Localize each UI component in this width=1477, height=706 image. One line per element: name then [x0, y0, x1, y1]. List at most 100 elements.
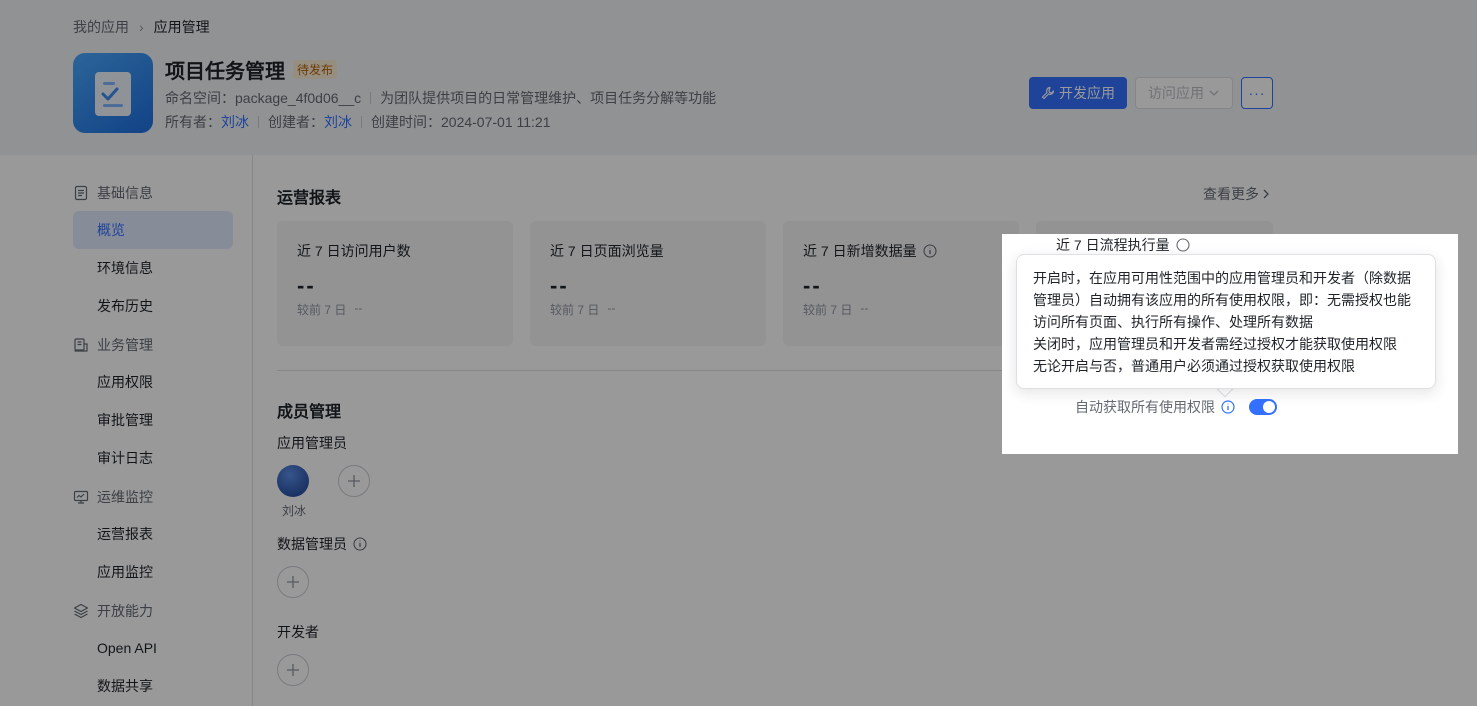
stat-card-visitors: 近 7 日访问用户数 -- 较前 7 日 -- — [277, 221, 513, 346]
stat-card-new-data: 近 7 日新增数据量 -- 较前 7 日 -- — [783, 221, 1019, 346]
sidebar-item-data-share[interactable]: 数据共享 — [73, 667, 233, 705]
stat-label: 近 7 日新增数据量 — [803, 243, 917, 259]
plus-icon — [287, 664, 299, 676]
auto-permission-row: 自动获取所有使用权限 — [1075, 397, 1277, 417]
visit-app-label: 访问应用 — [1148, 85, 1204, 101]
divider — [370, 92, 372, 104]
stat-label-row: 近 7 日新增数据量 — [803, 241, 999, 261]
app-title-row: 项目任务管理 待发布 — [165, 55, 338, 84]
stat-compare-value: -- — [860, 301, 869, 315]
stat-card-process-label: 近 7 日流程执行量 — [1056, 236, 1190, 254]
stat-compare: 较前 7 日 -- — [803, 301, 999, 318]
owner-label: 所有者： — [165, 114, 221, 130]
stat-value: -- — [297, 273, 316, 298]
app-owner-row: 所有者： 刘冰 创建者： 刘冰 创建时间： 2024-07-01 11:21 — [165, 112, 551, 132]
sidebar-group-label: 业务管理 — [97, 337, 153, 353]
created-label: 创建时间： — [371, 114, 441, 130]
admin-name: 刘冰 — [282, 504, 307, 518]
report-section-title: 运营报表 — [277, 190, 342, 207]
info-icon[interactable] — [353, 537, 367, 551]
sidebar-group-label: 基础信息 — [97, 185, 153, 201]
plus-icon — [348, 475, 360, 487]
app-logo — [73, 53, 153, 133]
developers-label: 开发者 — [277, 624, 319, 640]
creator-link[interactable]: 刘冰 — [324, 112, 352, 132]
stat-value: -- — [803, 273, 822, 298]
members-section-title: 成员管理 — [277, 404, 342, 421]
created-value: 2024-07-01 11:21 — [441, 114, 551, 130]
stat-compare-value: -- — [607, 301, 616, 315]
sidebar-item-app-permissions[interactable]: 应用权限 — [73, 363, 233, 401]
add-admin-button[interactable] — [338, 465, 370, 497]
auto-permission-label: 自动获取所有使用权限 — [1075, 399, 1215, 415]
creator-label: 创建者： — [268, 114, 324, 130]
sidebar-item-approval[interactable]: 审批管理 — [73, 401, 233, 439]
clipboard-icon — [95, 72, 131, 116]
sidebar-group-open: 开放能力 — [73, 601, 153, 621]
sidebar-item-environment[interactable]: 环境信息 — [73, 249, 233, 287]
develop-app-label: 开发应用 — [1059, 85, 1115, 101]
info-icon — [1176, 238, 1190, 252]
stat-card-pageviews: 近 7 日页面浏览量 -- 较前 7 日 -- — [530, 221, 766, 346]
sidebar-item-app-monitor[interactable]: 应用监控 — [73, 553, 233, 591]
chevron-right-icon — [1263, 189, 1269, 199]
layers-icon — [73, 603, 89, 619]
develop-app-button[interactable]: 开发应用 — [1029, 77, 1127, 109]
breadcrumb-app-management: 应用管理 — [153, 19, 210, 35]
see-more-link[interactable]: 查看更多 — [1203, 184, 1271, 204]
tooltip-line: 管理员）自动拥有该应用的所有使用权限，即：无需授权也能 — [1033, 292, 1411, 308]
add-developer-button[interactable] — [277, 654, 309, 686]
tooltip-line: 开启时，在应用可用性范围中的应用管理员和开发者（除数据 — [1033, 270, 1411, 286]
app-description: 为团队提供项目的日常管理维护、项目任务分解等功能 — [380, 90, 717, 106]
sidebar-item-release-history[interactable]: 发布历史 — [73, 287, 233, 325]
data-admins-label: 数据管理员 — [277, 536, 347, 552]
namespace-value: package_4f0d06__c — [235, 90, 362, 106]
sidebar-group-ops: 运维监控 — [73, 487, 153, 507]
admins-label: 应用管理员 — [277, 435, 347, 451]
app-header: 我的应用 › 应用管理 项目任务管理 待发布 命名空间： package_4f0… — [0, 0, 1477, 155]
status-badge: 待发布 — [293, 60, 338, 79]
tooltip-line: 无论开启与否，普通用户必须通过授权获取使用权限 — [1033, 358, 1355, 374]
sidebar-group-label: 开放能力 — [97, 603, 153, 619]
more-button[interactable]: ··· — [1241, 77, 1273, 109]
info-icon[interactable] — [923, 244, 937, 258]
avatar[interactable] — [277, 465, 309, 497]
wrench-icon — [1041, 86, 1055, 100]
tooltip-line: 关闭时，应用管理员和开发者需经过授权才能获取使用权限 — [1033, 336, 1397, 352]
sidebar-group-label: 运维监控 — [97, 489, 153, 505]
breadcrumb: 我的应用 › 应用管理 — [73, 17, 210, 37]
auto-permission-toggle[interactable] — [1249, 399, 1277, 415]
stat-compare: 较前 7 日 -- — [550, 301, 746, 318]
stat-label: 近 7 日页面浏览量 — [550, 243, 664, 259]
sidebar-item-audit-log[interactable]: 审计日志 — [73, 439, 233, 477]
stat-compare-label: 较前 7 日 — [550, 303, 600, 317]
app-title: 项目任务管理 — [165, 61, 285, 83]
stat-label: 近 7 日访问用户数 — [297, 243, 411, 259]
divider — [258, 116, 259, 128]
stat-compare: 较前 7 日 -- — [297, 301, 493, 318]
visit-app-button[interactable]: 访问应用 — [1135, 77, 1233, 109]
info-icon[interactable] — [1221, 400, 1235, 414]
briefcase-icon — [74, 338, 88, 352]
stat-compare-label: 较前 7 日 — [297, 303, 347, 317]
data-admins-row: 数据管理员 — [277, 534, 367, 554]
sidebar-item-open-api[interactable]: Open API — [73, 629, 233, 667]
chevron-right-icon: › — [139, 19, 144, 35]
divider — [361, 116, 362, 128]
sidebar: 基础信息 概览 环境信息 发布历史 业务管理 应用权限 审批管理 审计日志 运维… — [0, 155, 253, 706]
see-more-label: 查看更多 — [1203, 186, 1259, 202]
monitor-icon — [73, 490, 89, 504]
chevron-down-icon — [1209, 90, 1219, 96]
app-namespace-row: 命名空间： package_4f0d06__c 为团队提供项目的日常管理维护、项… — [165, 88, 716, 108]
stat-value: -- — [550, 273, 569, 298]
breadcrumb-my-apps[interactable]: 我的应用 — [73, 17, 129, 37]
plus-icon — [287, 576, 299, 588]
tooltip-line: 访问所有页面、执行所有操作、处理所有数据 — [1033, 314, 1313, 330]
doc-icon — [74, 185, 88, 201]
sidebar-item-ops-report[interactable]: 运营报表 — [73, 515, 233, 553]
stat-compare-value: -- — [354, 301, 363, 315]
owner-link[interactable]: 刘冰 — [221, 112, 249, 132]
stat-compare-label: 较前 7 日 — [803, 303, 853, 317]
add-data-admin-button[interactable] — [277, 566, 309, 598]
sidebar-item-overview[interactable]: 概览 — [73, 211, 233, 249]
